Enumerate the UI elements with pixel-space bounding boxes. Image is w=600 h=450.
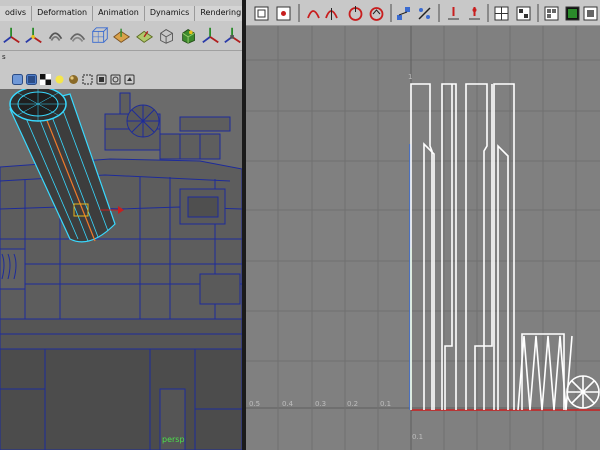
- graph-editor: 0.5 0.4 0.3 0.2 0.1 1 0.1: [246, 0, 600, 450]
- break-tangent-icon[interactable]: [324, 6, 339, 21]
- perspective-viewport[interactable]: [0, 89, 242, 450]
- light-icon[interactable]: [54, 74, 65, 85]
- shelf-menu-tabs: odivs Deformation Animation Dynamics Ren…: [0, 6, 242, 21]
- panel-label: s: [0, 52, 242, 62]
- transform-gizmo-icon[interactable]: [2, 25, 21, 46]
- axis-y-top-label: 1: [408, 73, 412, 81]
- swap-buffer-icon[interactable]: [516, 6, 531, 21]
- insert-key-icon[interactable]: [467, 6, 482, 21]
- cluster-icon[interactable]: [179, 25, 198, 46]
- channel-icon[interactable]: [583, 6, 598, 21]
- spline-icon[interactable]: [348, 6, 363, 21]
- joint-gizmo-icon[interactable]: [201, 25, 220, 46]
- axis-x-label: 0.5: [249, 400, 260, 408]
- axis-x-label: 0.2: [347, 400, 358, 408]
- axis-x-label: 0.3: [315, 400, 326, 408]
- wire-box-icon[interactable]: [157, 25, 176, 46]
- frame-selection-icon[interactable]: [276, 6, 291, 21]
- graph-editor-toolbar: [246, 0, 600, 26]
- normalize-icon[interactable]: [565, 6, 580, 21]
- tab-deformation[interactable]: Deformation: [32, 6, 94, 21]
- soft-mod-icon[interactable]: [68, 25, 87, 46]
- turret-body: [0, 158, 242, 320]
- shelf-toolbar: [0, 21, 242, 51]
- isolate-select-icon[interactable]: [96, 74, 107, 85]
- lattice-cube-icon[interactable]: [90, 25, 109, 46]
- axis-x-label: 0.4: [282, 400, 294, 408]
- axis-y-below-label: 0.1: [412, 433, 423, 441]
- set-key-icon[interactable]: [446, 6, 461, 21]
- resolution-gate-icon[interactable]: [82, 74, 93, 85]
- hull: [0, 318, 242, 450]
- viewport-window: odivs Deformation Animation Dynamics Ren…: [0, 0, 242, 450]
- camera-icon[interactable]: [124, 74, 135, 85]
- flat-shade-icon[interactable]: [26, 73, 37, 85]
- toolbar-separator: [438, 4, 440, 22]
- toolbar-separator: [487, 4, 489, 22]
- tab-animation[interactable]: Animation: [93, 6, 145, 21]
- buffer-curve-icon[interactable]: [494, 6, 509, 21]
- texture-checker-icon[interactable]: [40, 73, 51, 85]
- hatch-wheel: [126, 104, 160, 138]
- toolbar-separator: [537, 4, 539, 22]
- frame-all-icon[interactable]: [254, 6, 269, 21]
- graph-editor-canvas[interactable]: 0.5 0.4 0.3 0.2 0.1 1 0.1: [246, 26, 600, 450]
- maya-workspace: odivs Deformation Animation Dynamics Ren…: [0, 0, 600, 450]
- toolbar-separator: [390, 4, 392, 22]
- stepped-tangent-icon[interactable]: [396, 6, 411, 21]
- flat-tangent-icon[interactable]: [417, 6, 432, 21]
- curve-tangent-icon[interactable]: [306, 6, 321, 21]
- toolbar-separator: [298, 4, 300, 22]
- viewport-toolbar: [0, 70, 242, 88]
- constraint-gizmo-icon[interactable]: [223, 25, 242, 46]
- linear-tangent-icon[interactable]: [369, 6, 384, 21]
- tab-subdivs[interactable]: odivs: [0, 6, 33, 21]
- rotate-gizmo-icon[interactable]: [46, 25, 65, 46]
- camera-label: persp: [162, 435, 185, 444]
- scale-gizmo-icon[interactable]: [24, 25, 43, 46]
- xray-icon[interactable]: [110, 74, 121, 85]
- axis-x-label: 0.1: [380, 400, 391, 408]
- tab-dynamics[interactable]: Dynamics: [144, 6, 196, 21]
- snap-plane-icon[interactable]: [112, 25, 131, 46]
- snap-times-icon[interactable]: [544, 6, 559, 21]
- smooth-shade-icon[interactable]: [12, 73, 23, 85]
- tab-rendering[interactable]: Rendering: [195, 6, 242, 21]
- bend-deformer-icon[interactable]: [135, 25, 154, 46]
- shadow-sphere-icon[interactable]: [68, 74, 79, 85]
